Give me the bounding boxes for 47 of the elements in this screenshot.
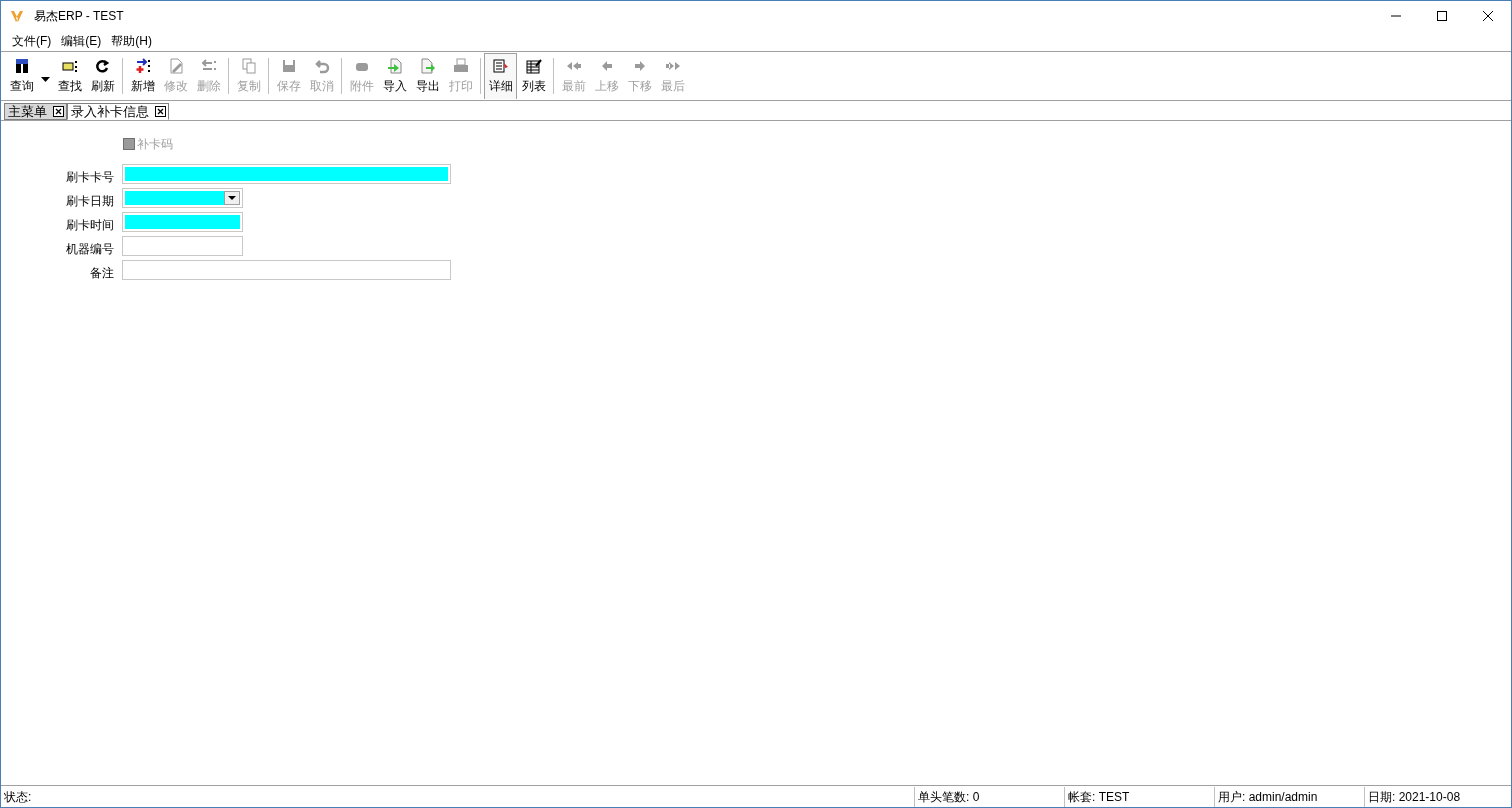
input-field[interactable] xyxy=(122,236,243,256)
toolbar-button[interactable]: 查询 xyxy=(5,53,38,99)
field-label: 刷卡日期 xyxy=(65,193,114,210)
tab[interactable]: 录入补卡信息 xyxy=(67,103,169,120)
list-table-icon xyxy=(525,57,542,74)
detail-form-icon xyxy=(492,58,509,74)
refresh-icon xyxy=(94,57,111,74)
close-icon xyxy=(1483,11,1493,21)
add-row-icon xyxy=(134,57,151,74)
toolbar-button[interactable]: 列表 xyxy=(517,53,550,99)
tab[interactable]: 主菜单 xyxy=(4,103,67,120)
app-logo-icon xyxy=(10,9,24,23)
close-tab-icon[interactable] xyxy=(155,106,166,117)
save-icon xyxy=(280,57,297,74)
maximize-icon xyxy=(1437,11,1447,21)
input-field[interactable] xyxy=(122,260,451,280)
field-label: 备注 xyxy=(89,265,114,282)
toolbar-button[interactable]: 详细 xyxy=(484,53,517,99)
binoculars-icon xyxy=(13,57,30,74)
status-section: 用户: admin/admin xyxy=(1214,786,1364,807)
field-label: 刷卡卡号 xyxy=(65,169,114,186)
toolbar-button[interactable]: 导出 xyxy=(411,53,444,99)
dropdown-caret-icon[interactable] xyxy=(41,76,50,82)
field-label: 机器编号 xyxy=(65,241,114,258)
edit-document-icon xyxy=(167,57,184,74)
menu-item[interactable]: 帮助(H) xyxy=(111,32,152,50)
menu-item[interactable]: 文件(F) xyxy=(12,32,52,50)
toolbar-button[interactable]: 导入 xyxy=(378,53,411,99)
status-section: 日期: 2021-10-08 xyxy=(1364,786,1511,807)
toolbar-button[interactable]: 刷新 xyxy=(86,53,119,99)
input-field[interactable] xyxy=(122,212,243,232)
export-file-icon xyxy=(419,57,436,74)
status-label: 状态: xyxy=(3,788,33,806)
toolbar-button[interactable]: 新增 xyxy=(126,53,159,99)
dropdown-caret-icon[interactable] xyxy=(224,191,240,205)
status-section: 帐套: TEST xyxy=(1064,786,1214,807)
undo-icon xyxy=(313,57,330,74)
status-section: 单头笔数: 0 xyxy=(914,786,1064,807)
copy-icon xyxy=(240,57,257,74)
toolbar-button[interactable]: 查找 xyxy=(53,53,86,99)
printer-icon xyxy=(452,57,469,74)
import-file-icon xyxy=(386,57,403,74)
menu-item[interactable]: 编辑(E) xyxy=(61,32,102,50)
input-field[interactable] xyxy=(122,164,451,184)
field-label: 刷卡时间 xyxy=(65,217,114,234)
close-tab-icon[interactable] xyxy=(53,106,64,117)
window-title: 易杰ERP - TEST xyxy=(34,8,124,25)
